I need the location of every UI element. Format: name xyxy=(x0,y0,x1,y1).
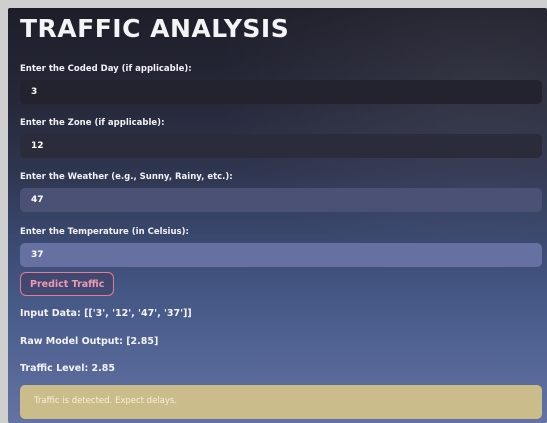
traffic-alert: Traffic is detected. Expect delays. xyxy=(20,385,542,419)
input-data-text: Input Data: [['3', '12', '47', '37']] xyxy=(20,308,192,319)
traffic-level-text: Traffic Level: 2.85 xyxy=(20,363,115,374)
app-window: TRAFFIC ANALYSIS Enter the Coded Day (if… xyxy=(8,8,547,423)
coded-day-label: Enter the Coded Day (if applicable): xyxy=(20,64,192,74)
raw-model-output-text: Raw Model Output: [2.85] xyxy=(20,336,159,347)
predict-traffic-button[interactable]: Predict Traffic xyxy=(20,272,115,296)
zone-label: Enter the Zone (if applicable): xyxy=(20,118,165,128)
traffic-alert-message: Traffic is detected. Expect delays. xyxy=(34,396,178,406)
zone-input[interactable] xyxy=(20,134,542,158)
coded-day-input[interactable] xyxy=(20,80,542,104)
temperature-input[interactable] xyxy=(20,243,542,267)
weather-label: Enter the Weather (e.g., Sunny, Rainy, e… xyxy=(20,172,233,182)
temperature-label: Enter the Temperature (in Celsius): xyxy=(20,227,189,237)
page-title: TRAFFIC ANALYSIS xyxy=(20,14,290,43)
weather-input[interactable] xyxy=(20,188,542,212)
